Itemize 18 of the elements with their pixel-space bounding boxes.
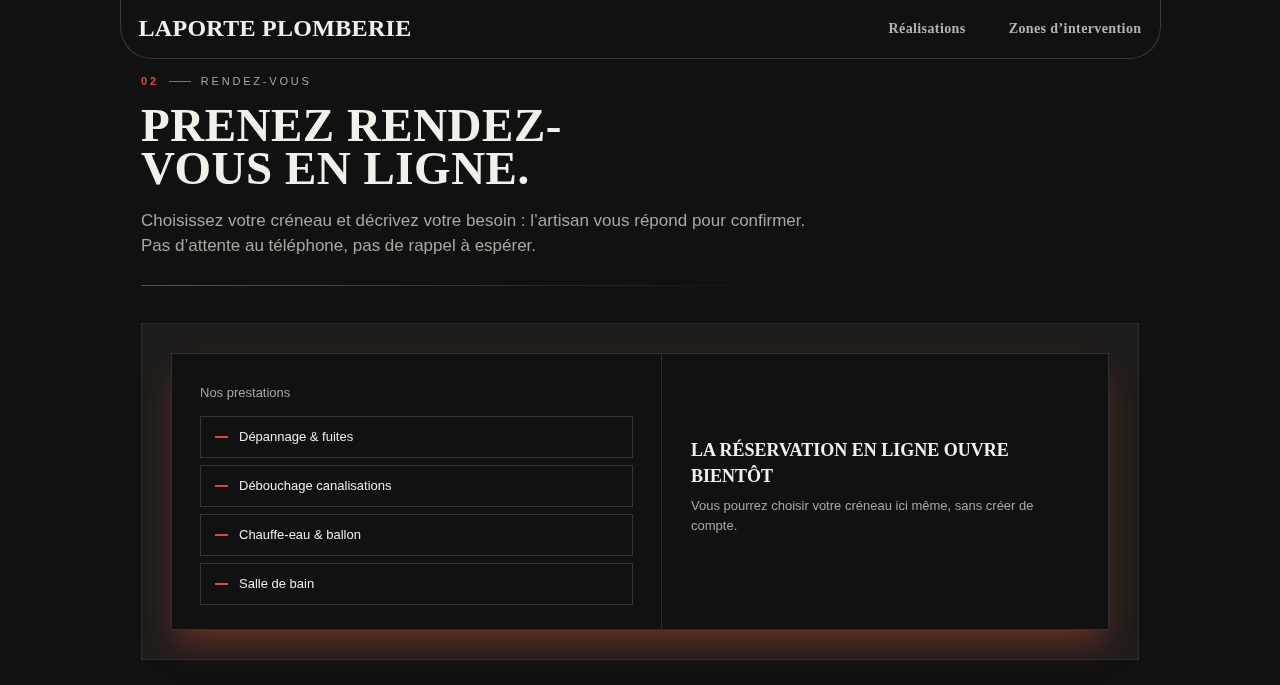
- dash-icon: [215, 534, 228, 536]
- service-item[interactable]: Débouchage canalisations: [200, 465, 633, 507]
- notice-title: LA RÉSERVATION EN LIGNE OUVRE BIENTÔT: [691, 438, 1010, 488]
- nav-link[interactable]: Zones d’intervention: [1008, 17, 1142, 39]
- dash-icon: [215, 583, 228, 585]
- logo[interactable]: LAPORTE PLOMBERIE: [138, 10, 412, 46]
- dash-icon: [215, 436, 228, 438]
- section-eyebrow: RENDEZ-VOUS: [200, 74, 312, 89]
- service-item[interactable]: Chauffe-eau & ballon: [200, 514, 633, 556]
- notice-text: Vous pourrez choisir votre créneau ici même, sans créer de compte.: [691, 497, 1035, 535]
- dash-icon: [215, 485, 228, 487]
- services-label: Nos prestations: [200, 383, 292, 402]
- service-item[interactable]: Dépannage & fuites: [200, 416, 633, 458]
- nav-link[interactable]: Réalisations: [888, 17, 966, 39]
- section-intro: Choisissez votre créneau et décrivez votre besoin : l’artisan vous répond pour confirmer. Pas d’attente au téléphone, pas de rappel à espérer.: [141, 209, 807, 257]
- section-number: 02: [141, 74, 159, 89]
- service-item[interactable]: Salle de bain: [200, 563, 633, 605]
- section-title: PRENEZ RENDEZ- VOUS EN LIGNE.: [141, 103, 563, 190]
